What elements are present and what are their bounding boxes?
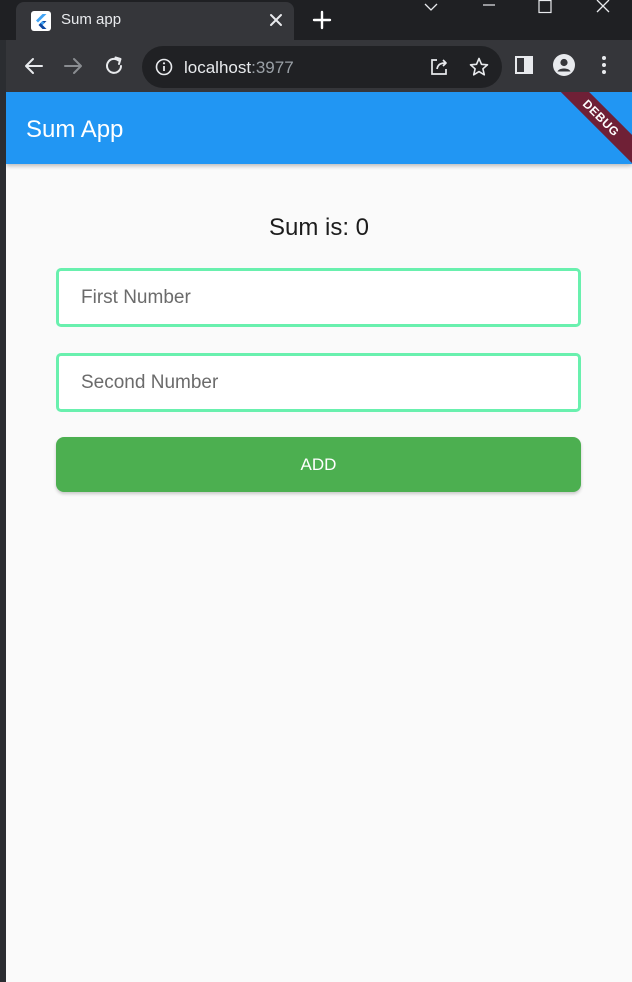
second-number-field[interactable] (56, 353, 581, 412)
chevron-down-icon[interactable] (408, 0, 454, 28)
close-window-icon[interactable] (580, 0, 626, 28)
share-icon[interactable] (428, 56, 450, 78)
minimize-icon[interactable] (466, 0, 512, 28)
second-number-input[interactable] (59, 356, 578, 409)
first-number-field[interactable] (56, 268, 581, 327)
browser-tab[interactable]: Sum app (16, 2, 294, 40)
side-panel-icon[interactable] (512, 53, 536, 77)
first-number-input[interactable] (59, 271, 578, 324)
url-text: localhost:3977 (184, 58, 294, 77)
app-bar: Sum App (6, 92, 632, 164)
sum-result-text: Sum is: 0 (268, 214, 370, 241)
profile-icon[interactable] (552, 53, 576, 77)
app-title: Sum App (26, 116, 124, 143)
app-viewport: Sum App DEBUG Sum is: 0 ADD (6, 92, 632, 982)
tab-title: Sum app (61, 11, 122, 28)
tab-bar: Sum app (0, 0, 632, 40)
forward-arrow-icon[interactable] (61, 54, 85, 78)
flutter-icon (31, 11, 51, 31)
add-button[interactable]: ADD (56, 437, 581, 492)
maximize-icon[interactable] (522, 0, 568, 28)
plus-icon[interactable] (310, 8, 334, 32)
back-arrow-icon[interactable] (22, 54, 46, 78)
star-icon[interactable] (468, 56, 490, 78)
reload-icon[interactable] (102, 54, 126, 78)
info-icon[interactable] (154, 57, 174, 77)
address-bar[interactable]: localhost:3977 (142, 46, 502, 88)
kebab-menu-icon[interactable] (592, 53, 616, 77)
close-icon[interactable] (266, 10, 286, 30)
browser-toolbar: localhost:3977 (6, 40, 632, 92)
